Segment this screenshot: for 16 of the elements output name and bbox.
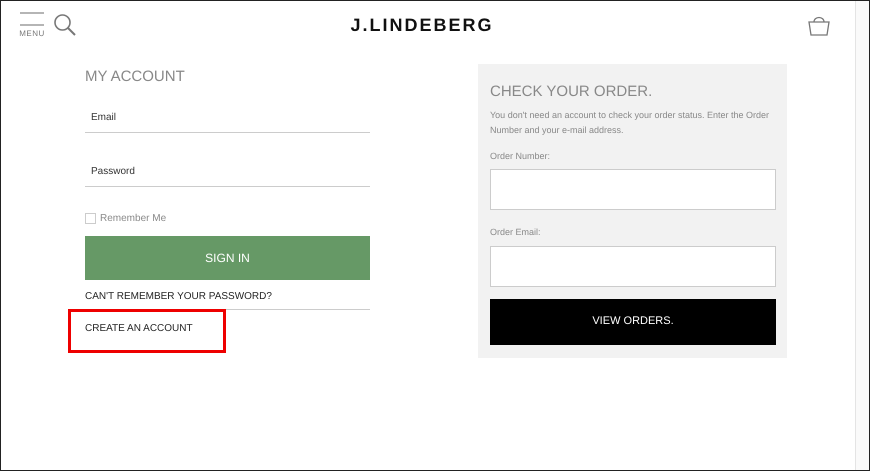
input-field[interactable] bbox=[490, 246, 776, 286]
description-text: You don't need an account to check your order status. Enter the Order Number and your e-mail address. bbox=[490, 108, 770, 137]
menu-button[interactable]: MENU bbox=[19, 12, 45, 38]
section-title: MY ACCOUNT bbox=[85, 67, 186, 87]
panel-title: CHECK YOUR ORDER. bbox=[490, 82, 654, 102]
field-label: Order Email: bbox=[490, 226, 542, 239]
search-icon[interactable] bbox=[53, 13, 77, 37]
link[interactable]: CAN'T REMEMBER YOUR PASSWORD? bbox=[85, 280, 370, 310]
link[interactable]: CREATE AN ACCOUNT bbox=[71, 312, 223, 350]
checkbox-label[interactable]: Remember Me bbox=[100, 210, 166, 226]
scrollbar[interactable] bbox=[855, 1, 869, 470]
view-orders-button[interactable]: VIEW ORDERS. bbox=[490, 298, 776, 344]
checkbox[interactable] bbox=[85, 212, 96, 224]
input-field[interactable] bbox=[490, 169, 776, 210]
field-label: Order Number: bbox=[490, 150, 552, 162]
menu-icon bbox=[19, 12, 45, 26]
